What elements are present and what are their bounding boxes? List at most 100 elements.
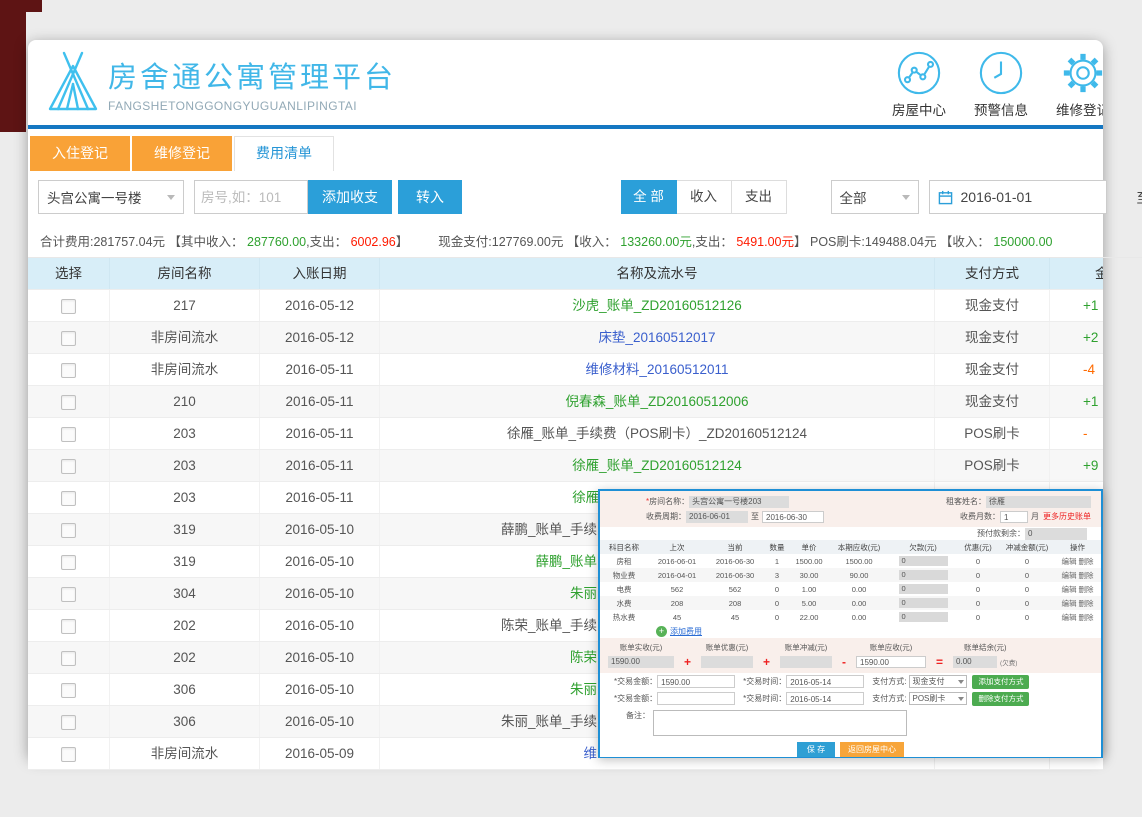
payment-cell: POS刷卡 (935, 450, 1050, 481)
delete-link[interactable]: 删除 (1079, 599, 1094, 608)
background-corner-strip-top (0, 0, 42, 12)
building-select[interactable]: 头宫公寓一号楼 (38, 180, 184, 214)
debt-input[interactable]: 0 (899, 612, 948, 622)
delete-link[interactable]: 删除 (1079, 585, 1094, 594)
delete-link[interactable]: 删除 (1079, 613, 1094, 622)
transaction-amount-input[interactable]: 1590.00 (657, 675, 735, 688)
bill-link[interactable]: 倪春森_账单_ZD20160512006 (565, 394, 748, 409)
bill-link[interactable]: 薛鹏_账单_手续 (501, 522, 597, 537)
bill-link[interactable]: 维修材料_20160512011 (585, 362, 728, 377)
delete-link[interactable]: 删除 (1079, 571, 1094, 580)
row-checkbox[interactable] (61, 619, 76, 634)
popup-balance-input[interactable]: 0.00 (953, 656, 997, 668)
plus-operator: + (763, 657, 770, 668)
popup-fee-cell: 0 (890, 570, 956, 580)
popup-period-to-input[interactable]: 2016-06-30 (762, 511, 824, 523)
popup-fee-cell: 1 (764, 557, 790, 566)
edit-link[interactable]: 编辑 (1062, 571, 1077, 580)
segment-expense[interactable]: 支出 (732, 180, 787, 214)
popup-discount-input[interactable] (701, 656, 753, 668)
edit-link[interactable]: 编辑 (1062, 585, 1077, 594)
bill-link[interactable]: 陈荣 (570, 650, 597, 665)
transfer-in-button[interactable]: 转入 (398, 180, 462, 214)
row-checkbox[interactable] (61, 587, 76, 602)
payment-method-action-button[interactable]: 删除支付方式 (972, 692, 1029, 706)
bill-link[interactable]: 沙虎_账单_ZD20160512126 (572, 298, 742, 313)
popup-history-link[interactable]: 更多历史账单 (1043, 511, 1091, 522)
tab-repair-register[interactable]: 维修登记 (132, 136, 232, 171)
segment-all[interactable]: 全 部 (621, 180, 677, 214)
bill-link[interactable]: 维 (584, 746, 598, 761)
column-header: 房间名称 (110, 258, 260, 289)
debt-input[interactable]: 0 (899, 584, 948, 594)
popup-tenant-input[interactable]: 徐雁 (986, 496, 1091, 508)
debt-input[interactable]: 0 (899, 598, 948, 608)
bill-link[interactable]: 徐雁_账单_ZD20160512124 (572, 458, 742, 473)
nav-warning-info[interactable]: 预警信息 (963, 50, 1039, 119)
popup-months-input[interactable]: 1 (1000, 511, 1028, 523)
row-checkbox[interactable] (61, 491, 76, 506)
popup-prepay-input[interactable]: 0 (1025, 528, 1087, 540)
transaction-amount-input[interactable] (657, 692, 735, 705)
row-checkbox[interactable] (61, 459, 76, 474)
popup-column-header: 数量 (764, 542, 790, 553)
edit-link[interactable]: 编辑 (1062, 613, 1077, 622)
row-checkbox[interactable] (61, 427, 76, 442)
gear-icon (1045, 50, 1103, 96)
popup-remark-textarea[interactable] (653, 710, 907, 736)
debt-input[interactable]: 0 (899, 570, 948, 580)
room-number-input[interactable] (194, 180, 308, 214)
popup-room-input[interactable]: 头宫公寓一号楼203 (689, 496, 789, 508)
bill-link[interactable]: 朱丽 (570, 586, 597, 601)
popup-row-actions: 编辑删除 (1054, 584, 1101, 595)
nav-repair-register[interactable]: 维修登记 (1045, 50, 1103, 119)
segment-income[interactable]: 收入 (677, 180, 732, 214)
tab-checkin-register[interactable]: 入住登记 (30, 136, 130, 171)
row-checkbox[interactable] (61, 331, 76, 346)
row-checkbox[interactable] (61, 651, 76, 666)
edit-link[interactable]: 编辑 (1062, 557, 1077, 566)
category-select[interactable]: 全部 (831, 180, 919, 214)
row-checkbox[interactable] (61, 299, 76, 314)
debt-input[interactable]: 0 (899, 556, 948, 566)
payment-method-action-button[interactable]: 添加支付方式 (972, 675, 1029, 689)
row-checkbox[interactable] (61, 715, 76, 730)
row-checkbox[interactable] (61, 523, 76, 538)
bill-link[interactable]: 徐雁_账单_手续费（POS刷卡）_ZD20160512124 (507, 426, 807, 441)
row-checkbox[interactable] (61, 363, 76, 378)
calendar-icon (938, 190, 953, 205)
delete-link[interactable]: 删除 (1079, 557, 1094, 566)
bill-link[interactable]: 陈荣_账单_手续 (501, 618, 597, 633)
bill-link[interactable]: 朱丽_账单_手续 (501, 714, 597, 729)
payment-method-select[interactable]: POS刷卡 (909, 692, 967, 705)
select-cell (28, 706, 110, 737)
popup-fee-cell: 0.00 (828, 599, 890, 608)
edit-link[interactable]: 编辑 (1062, 599, 1077, 608)
row-checkbox[interactable] (61, 747, 76, 762)
bill-link[interactable]: 朱丽 (570, 682, 597, 697)
payment-method-select[interactable]: 现金支付 (909, 675, 967, 688)
bill-link[interactable]: 床垫_20160512017 (598, 330, 715, 345)
popup-save-button[interactable]: 保 存 (797, 742, 835, 757)
row-checkbox[interactable] (61, 683, 76, 698)
popup-period-from-input[interactable]: 2016-06-01 (686, 511, 748, 523)
row-checkbox[interactable] (61, 395, 76, 410)
transaction-time-input[interactable]: 2016-05-14 (786, 675, 864, 688)
popup-due-input[interactable]: 1590.00 (856, 656, 926, 668)
table-row: 2172016-05-12沙虎_账单_ZD20160512126现金支付+1 (28, 290, 1103, 322)
room-cell: 203 (110, 450, 260, 481)
bill-link[interactable]: 薛鹏_账单 (535, 554, 597, 569)
popup-offset-input[interactable] (780, 656, 832, 668)
date-from-input[interactable]: 2016-01-01 (929, 180, 1107, 214)
transaction-time-input[interactable]: 2016-05-14 (786, 692, 864, 705)
total-income: 287760.00 (247, 235, 306, 249)
nav-house-center[interactable]: 房屋中心 (881, 50, 957, 119)
clock-icon (963, 50, 1039, 96)
add-income-expense-button[interactable]: 添加收支 (308, 180, 392, 214)
popup-add-fee-link[interactable]: 添加费用 (670, 626, 702, 637)
popup-back-button[interactable]: 返回房屋中心 (840, 742, 904, 757)
select-cell (28, 578, 110, 609)
row-checkbox[interactable] (61, 555, 76, 570)
popup-received-input[interactable]: 1590.00 (608, 656, 674, 668)
tab-fee-list[interactable]: 费用清单 (234, 136, 334, 171)
